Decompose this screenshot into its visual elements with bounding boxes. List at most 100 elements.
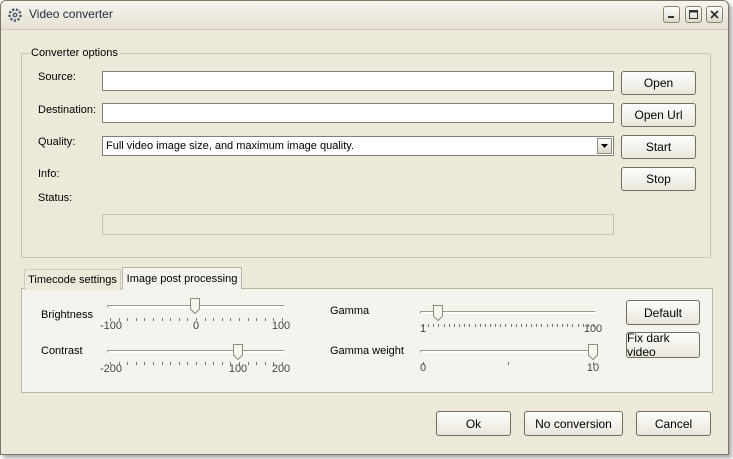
minimize-button[interactable] xyxy=(663,6,680,23)
slider-tick xyxy=(187,318,188,321)
slider-tick xyxy=(170,362,171,365)
source-input[interactable] xyxy=(102,71,614,91)
slider-tick xyxy=(444,324,445,327)
maximize-button[interactable] xyxy=(685,6,702,23)
slider-tick xyxy=(127,362,128,365)
slider-tick xyxy=(516,324,517,327)
slider-tick xyxy=(153,362,154,365)
slider-tick xyxy=(256,318,257,321)
slider-tick xyxy=(433,324,434,327)
slider-tick xyxy=(495,324,496,327)
slider-tick xyxy=(505,324,506,327)
slider-tick xyxy=(454,324,455,327)
video-converter-window: Video converter Converter options Source… xyxy=(0,0,729,455)
slider-tick xyxy=(162,318,163,321)
slider-tick xyxy=(469,324,470,327)
slider-tick xyxy=(552,324,553,327)
tab-timecode-settings[interactable]: Timecode settings xyxy=(24,269,121,290)
slider-tick xyxy=(179,362,180,365)
contrast-ticks xyxy=(110,362,283,366)
slider-tick xyxy=(162,362,163,365)
slider-tick xyxy=(213,318,214,321)
slider-tick xyxy=(144,362,145,365)
title-bar[interactable]: Video converter xyxy=(1,1,728,30)
slider-thumb[interactable] xyxy=(233,344,243,360)
slider-tick xyxy=(547,324,548,327)
slider-tick xyxy=(485,324,486,327)
slider-tick xyxy=(526,324,527,327)
gamma-slider[interactable]: 1 100 xyxy=(416,304,602,338)
slider-tick xyxy=(248,362,249,365)
window-title: Video converter xyxy=(29,7,113,21)
gamma-weight-slider[interactable]: 0 10 xyxy=(416,344,601,378)
open-url-button[interactable]: Open Url xyxy=(621,103,696,127)
tab-image-post-processing[interactable]: Image post processing xyxy=(122,267,242,290)
gear-icon xyxy=(7,7,23,23)
slider-tick xyxy=(511,324,512,327)
slider-tick xyxy=(508,362,509,365)
slider-tick xyxy=(531,324,532,327)
slider-tick xyxy=(475,324,476,327)
start-button[interactable]: Start xyxy=(621,135,696,159)
slider-tick xyxy=(256,362,257,365)
chevron-down-icon[interactable] xyxy=(597,138,612,154)
destination-input[interactable] xyxy=(102,103,614,123)
slider-tick xyxy=(521,324,522,327)
slider-tick xyxy=(572,324,573,327)
gamma-label: Gamma xyxy=(330,305,370,317)
ok-button[interactable]: Ok xyxy=(436,411,511,436)
slider-tick xyxy=(248,318,249,321)
gamma-weight-label: Gamma weight xyxy=(330,345,404,357)
slider-thumb[interactable] xyxy=(588,344,598,360)
gamma-weight-ticks xyxy=(423,362,594,366)
destination-label: Destination: xyxy=(38,104,97,116)
slider-tick xyxy=(438,324,439,327)
slider-tick xyxy=(196,362,197,365)
converter-options-label: Converter options xyxy=(29,47,120,59)
slider-tick xyxy=(500,324,501,327)
slider-tick xyxy=(490,324,491,327)
close-button[interactable] xyxy=(706,6,723,23)
status-label: Status: xyxy=(38,192,73,204)
slider-tick xyxy=(213,362,214,365)
cancel-button[interactable]: Cancel xyxy=(636,411,711,436)
progress-bar xyxy=(102,214,614,235)
slider-tick xyxy=(222,362,223,365)
quality-value: Full video image size, and maximum image… xyxy=(106,140,355,152)
quality-label: Quality: xyxy=(38,136,76,148)
slider-thumb[interactable] xyxy=(433,305,443,321)
slider-tick xyxy=(459,324,460,327)
no-conversion-button[interactable]: No conversion xyxy=(524,411,623,436)
slider-tick xyxy=(222,318,223,321)
maximize-icon xyxy=(689,10,698,19)
slider-tick xyxy=(144,318,145,321)
slider-tick xyxy=(136,362,137,365)
slider-tick xyxy=(187,362,188,365)
minimize-icon xyxy=(668,16,674,18)
slider-tick xyxy=(449,324,450,327)
open-button[interactable]: Open xyxy=(621,71,696,95)
brightness-label: Brightness xyxy=(41,309,93,321)
slider-tick xyxy=(265,318,266,321)
close-icon xyxy=(710,10,719,19)
stop-button[interactable]: Stop xyxy=(621,167,696,191)
default-button[interactable]: Default xyxy=(626,300,700,325)
slider-tick xyxy=(127,318,128,321)
source-label: Source: xyxy=(38,71,76,83)
contrast-label: Contrast xyxy=(41,345,83,357)
slider-tick xyxy=(567,324,568,327)
slider-tick xyxy=(265,362,266,365)
info-label: Info: xyxy=(38,168,60,180)
slider-thumb[interactable] xyxy=(190,298,200,314)
quality-select[interactable]: Full video image size, and maximum image… xyxy=(102,136,614,156)
contrast-slider[interactable]: -200 100 200 xyxy=(100,344,291,378)
slider-tick xyxy=(536,324,537,327)
slider-tick xyxy=(136,318,137,321)
slider-tick xyxy=(230,318,231,321)
slider-tick xyxy=(179,318,180,321)
slider-tick xyxy=(170,318,171,321)
slider-tick xyxy=(578,324,579,327)
fix-dark-video-button[interactable]: Fix dark video xyxy=(626,331,700,359)
brightness-slider[interactable]: -100 0 100 xyxy=(100,298,291,332)
slider-tick xyxy=(480,324,481,327)
